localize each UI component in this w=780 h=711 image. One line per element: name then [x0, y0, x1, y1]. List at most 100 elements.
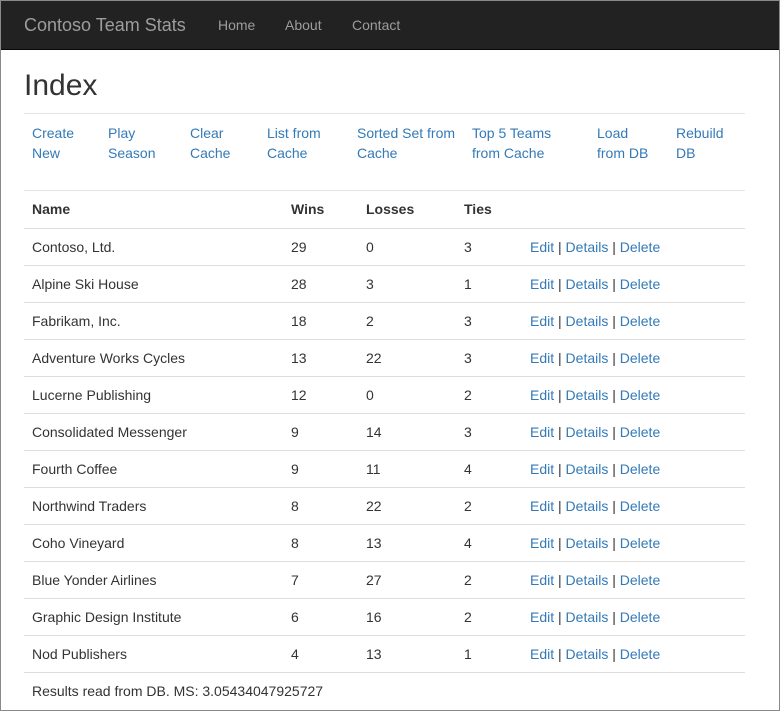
rebuild-db-link[interactable]: Rebuild DB: [676, 123, 734, 163]
edit-link[interactable]: Edit: [530, 239, 554, 255]
team-wins: 18: [283, 301, 358, 339]
list-from-cache-link[interactable]: List from Cache: [267, 123, 337, 163]
results-footer: Results read from DB. MS: 3.054340479257…: [24, 671, 745, 709]
edit-link[interactable]: Edit: [530, 313, 554, 329]
team-wins: 6: [283, 597, 358, 635]
details-link[interactable]: Details: [566, 350, 609, 366]
edit-link[interactable]: Edit: [530, 424, 554, 440]
row-actions: Edit | Details | Delete: [522, 560, 745, 598]
edit-link[interactable]: Edit: [530, 609, 554, 625]
delete-link[interactable]: Delete: [620, 239, 660, 255]
team-ties: 1: [456, 264, 522, 302]
team-name: Contoso, Ltd.: [24, 227, 283, 265]
team-name: Lucerne Publishing: [24, 375, 283, 413]
load-from-db-link[interactable]: Load from DB: [597, 123, 657, 163]
edit-link[interactable]: Edit: [530, 498, 554, 514]
delete-link[interactable]: Delete: [620, 572, 660, 588]
delete-link[interactable]: Delete: [620, 498, 660, 514]
team-ties: 2: [456, 597, 522, 635]
edit-link[interactable]: Edit: [530, 276, 554, 292]
delete-link[interactable]: Delete: [620, 276, 660, 292]
link-separator: |: [612, 571, 616, 588]
details-link[interactable]: Details: [566, 498, 609, 514]
details-link[interactable]: Details: [566, 461, 609, 477]
details-link[interactable]: Details: [566, 239, 609, 255]
team-wins: 7: [283, 560, 358, 598]
team-wins: 13: [283, 338, 358, 376]
header-ties: Ties: [456, 191, 522, 229]
row-actions: Edit | Details | Delete: [522, 227, 745, 265]
row-actions: Edit | Details | Delete: [522, 486, 745, 524]
team-wins: 8: [283, 486, 358, 524]
edit-link[interactable]: Edit: [530, 572, 554, 588]
team-wins: 9: [283, 449, 358, 487]
details-link[interactable]: Details: [566, 535, 609, 551]
delete-link[interactable]: Delete: [620, 350, 660, 366]
details-link[interactable]: Details: [566, 609, 609, 625]
delete-link[interactable]: Delete: [620, 387, 660, 403]
header-actions: [522, 191, 745, 229]
link-separator: |: [558, 534, 562, 551]
details-link[interactable]: Details: [566, 276, 609, 292]
clear-cache-link[interactable]: Clear Cache: [190, 123, 250, 163]
table-row: Contoso, Ltd. 29 0 3 Edit | Details | Delete: [24, 227, 745, 265]
row-actions: Edit | Details | Delete: [522, 301, 745, 339]
delete-link[interactable]: Delete: [620, 609, 660, 625]
team-losses: 0: [358, 375, 456, 413]
nav-contact-link[interactable]: Contact: [352, 16, 400, 34]
link-separator: |: [558, 571, 562, 588]
header-wins: Wins: [283, 191, 358, 229]
edit-link[interactable]: Edit: [530, 461, 554, 477]
title-divider: [24, 113, 745, 114]
team-wins: 29: [283, 227, 358, 265]
create-new-link[interactable]: Create New: [32, 123, 94, 163]
top-5-teams-from-cache-link[interactable]: Top 5 Teams from Cache: [472, 123, 572, 163]
row-actions: Edit | Details | Delete: [522, 375, 745, 413]
team-ties: 2: [456, 375, 522, 413]
details-link[interactable]: Details: [566, 646, 609, 662]
details-link[interactable]: Details: [566, 572, 609, 588]
table-row: Lucerne Publishing 12 0 2 Edit | Details | D…: [24, 375, 745, 413]
nav-about-link[interactable]: About: [285, 16, 322, 34]
link-separator: |: [612, 238, 616, 255]
brand-link[interactable]: Contoso Team Stats: [24, 13, 186, 37]
delete-link[interactable]: Delete: [620, 461, 660, 477]
team-losses: 13: [358, 634, 456, 672]
team-ties: 4: [456, 449, 522, 487]
edit-link[interactable]: Edit: [530, 535, 554, 551]
header-losses: Losses: [358, 191, 456, 229]
delete-link[interactable]: Delete: [620, 424, 660, 440]
team-ties: 3: [456, 412, 522, 450]
team-name: Fourth Coffee: [24, 449, 283, 487]
edit-link[interactable]: Edit: [530, 387, 554, 403]
delete-link[interactable]: Delete: [620, 535, 660, 551]
sorted-set-from-cache-link[interactable]: Sorted Set from Cache: [357, 123, 461, 163]
team-losses: 14: [358, 412, 456, 450]
link-separator: |: [612, 534, 616, 551]
link-separator: |: [612, 386, 616, 403]
details-link[interactable]: Details: [566, 387, 609, 403]
team-ties: 1: [456, 634, 522, 672]
link-separator: |: [612, 497, 616, 514]
team-name: Adventure Works Cycles: [24, 338, 283, 376]
edit-link[interactable]: Edit: [530, 350, 554, 366]
team-name: Graphic Design Institute: [24, 597, 283, 635]
table-row: Coho Vineyard 8 13 4 Edit | Details | Delete: [24, 523, 745, 561]
play-season-link[interactable]: Play Season: [108, 123, 170, 163]
team-ties: 2: [456, 560, 522, 598]
row-actions: Edit | Details | Delete: [522, 449, 745, 487]
navbar: Contoso Team Stats Home About Contact: [1, 1, 779, 50]
table-header-row: Name Wins Losses Ties: [24, 191, 745, 229]
link-separator: |: [558, 275, 562, 292]
details-link[interactable]: Details: [566, 313, 609, 329]
header-name: Name: [24, 191, 283, 229]
delete-link[interactable]: Delete: [620, 646, 660, 662]
row-actions: Edit | Details | Delete: [522, 634, 745, 672]
team-ties: 3: [456, 338, 522, 376]
delete-link[interactable]: Delete: [620, 313, 660, 329]
edit-link[interactable]: Edit: [530, 646, 554, 662]
table-row: Nod Publishers 4 13 1 Edit | Details | Delet…: [24, 634, 745, 672]
table-row: Fabrikam, Inc. 18 2 3 Edit | Details | Delet…: [24, 301, 745, 339]
nav-home-link[interactable]: Home: [218, 16, 255, 34]
details-link[interactable]: Details: [566, 424, 609, 440]
